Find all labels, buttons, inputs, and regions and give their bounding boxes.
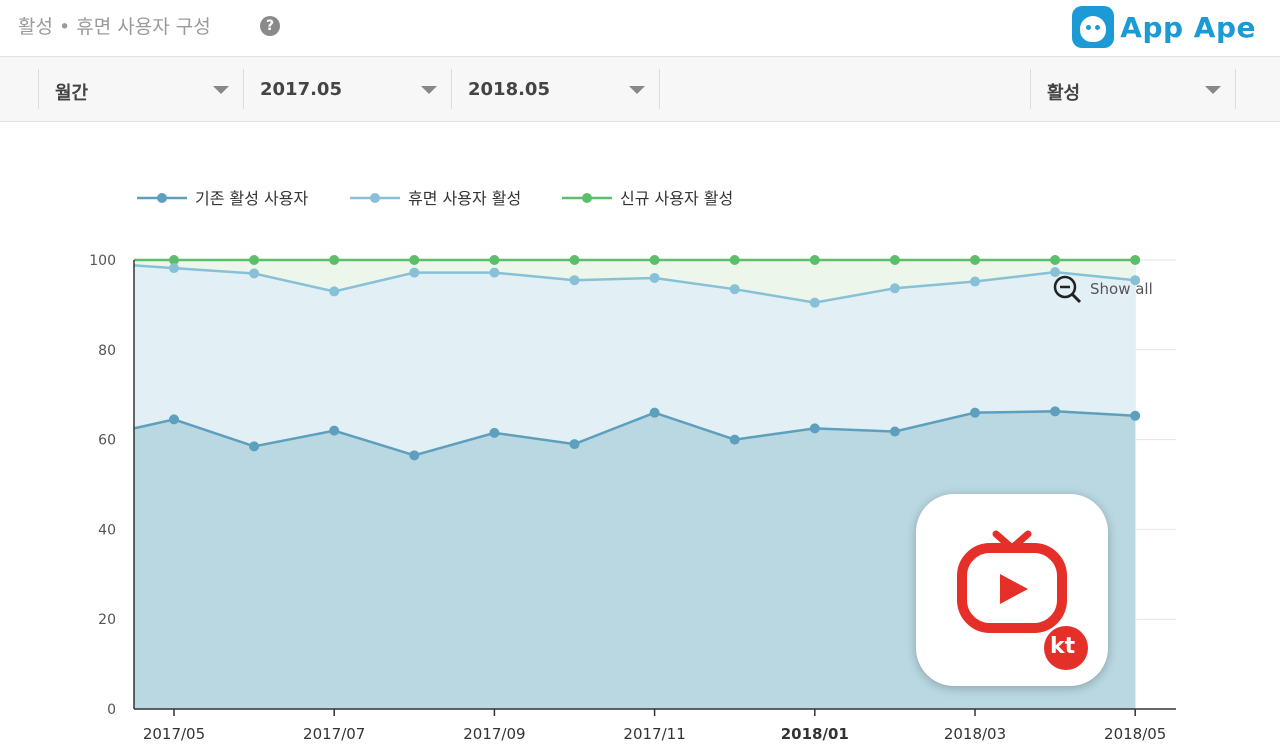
page-title: 활성 • 휴면 사용자 구성: [18, 16, 211, 38]
data-point: [809, 423, 820, 434]
data-point: [1050, 406, 1061, 417]
data-point: [649, 407, 660, 418]
show-all-label: Show all: [1090, 280, 1153, 298]
x-tick-label: 2017/05: [143, 725, 205, 743]
app-ape-logo[interactable]: App Ape: [1072, 4, 1256, 50]
data-point: [970, 407, 980, 418]
app-ape-monkey-icon: [1072, 6, 1115, 48]
y-tick-label: 80: [98, 343, 116, 359]
data-point: [169, 414, 179, 425]
data-point: [489, 427, 500, 438]
y-tick-label: 60: [98, 433, 116, 449]
data-point: [329, 255, 340, 265]
start-date-select[interactable]: 2017.05: [243, 69, 451, 109]
help-icon[interactable]: ?: [260, 16, 280, 36]
show-all-button[interactable]: Show all: [1052, 274, 1153, 304]
data-point: [329, 425, 340, 436]
zoom-out-icon: [1053, 275, 1082, 304]
data-point: [569, 275, 580, 286]
data-point: [249, 255, 260, 265]
data-point: [729, 255, 740, 265]
legend-marker: [370, 193, 380, 203]
data-point: [970, 276, 980, 287]
data-point: [889, 426, 900, 437]
data-point: [649, 255, 660, 265]
data-point: [1130, 255, 1141, 265]
period-select[interactable]: 월간: [38, 69, 243, 109]
data-point: [809, 255, 820, 265]
data-point: [889, 283, 900, 294]
kt-tv-app-icon: kt: [916, 494, 1108, 686]
chevron-down-icon: [1205, 86, 1221, 94]
legend-marker: [157, 193, 167, 203]
chevron-down-icon: [629, 86, 645, 94]
divider: [659, 69, 660, 109]
metric-select[interactable]: 활성: [1030, 69, 1236, 109]
end-date-select[interactable]: 2018.05: [451, 69, 659, 109]
data-point: [970, 255, 980, 265]
data-point: [729, 434, 740, 445]
x-tick-label: 2017/11: [623, 725, 685, 743]
data-point: [409, 255, 420, 265]
header-bar: 활성 • 휴면 사용자 구성 ? App Ape: [0, 0, 1280, 56]
start-date-value: 2017.05: [260, 79, 342, 100]
data-point: [649, 272, 660, 283]
data-point: [569, 255, 580, 265]
y-tick-label: 40: [98, 522, 116, 538]
data-point: [729, 284, 740, 295]
data-point: [249, 268, 260, 279]
x-tick-label: 2018/05: [1104, 725, 1166, 743]
data-point: [249, 441, 260, 452]
data-point: [489, 255, 500, 265]
end-date-value: 2018.05: [468, 79, 550, 100]
data-point: [409, 267, 420, 278]
metric-select-value: 활성: [1047, 83, 1081, 104]
chevron-down-icon: [421, 86, 437, 94]
chevron-down-icon: [213, 86, 229, 94]
data-point: [409, 450, 420, 461]
data-point: [889, 255, 900, 265]
legend-label: 신규 사용자 활성: [620, 189, 733, 208]
period-select-value: 월간: [55, 83, 89, 104]
kt-badge: kt: [1050, 634, 1076, 659]
y-tick-label: 0: [107, 702, 116, 718]
data-point: [489, 267, 500, 278]
y-tick-label: 100: [89, 253, 116, 269]
data-point: [569, 439, 580, 450]
legend-label: 기존 활성 사용자: [195, 189, 308, 208]
filter-toolbar: 월간 2017.05 2018.05 활성: [0, 56, 1280, 122]
data-point: [329, 286, 340, 297]
tv-play-icon: [957, 530, 1088, 670]
data-point: [1130, 410, 1141, 421]
legend-marker: [582, 193, 592, 203]
logo-text: App Ape: [1120, 10, 1256, 44]
x-tick-label: 2018/03: [944, 725, 1006, 743]
legend-label: 휴면 사용자 활성: [408, 189, 521, 208]
data-point: [169, 263, 179, 274]
x-tick-label: 2018/01: [781, 725, 849, 743]
data-point: [1050, 255, 1061, 265]
x-tick-label: 2017/09: [463, 725, 525, 743]
y-tick-label: 20: [98, 612, 116, 628]
data-point: [809, 297, 820, 308]
x-tick-label: 2017/07: [303, 725, 365, 743]
